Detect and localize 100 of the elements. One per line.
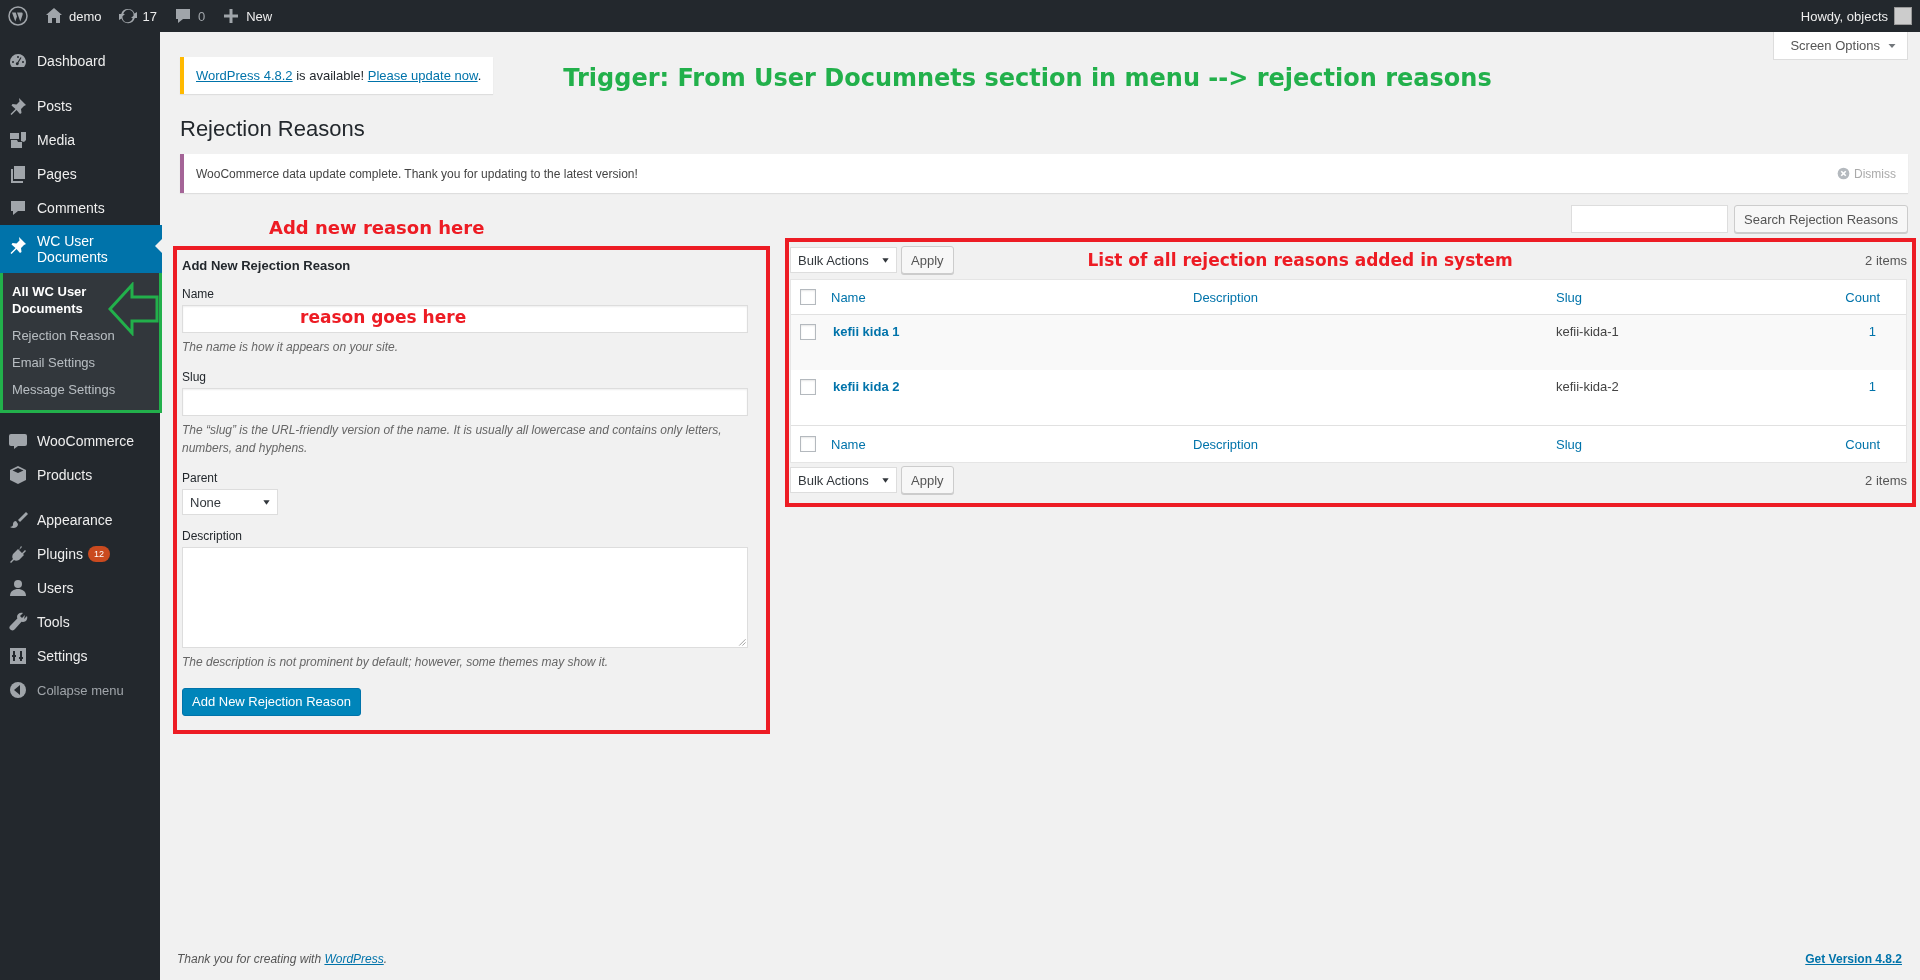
speech-bubble-icon xyxy=(8,198,28,218)
resize-grip-icon xyxy=(737,637,746,647)
caret-icon xyxy=(881,255,890,265)
column-header[interactable]: Description xyxy=(1193,289,1556,305)
submenu-item[interactable]: Message Settings xyxy=(3,376,159,404)
paintbrush-icon xyxy=(8,510,28,531)
updates-link[interactable]: 17 xyxy=(111,0,167,32)
count-link[interactable]: 1 xyxy=(1826,379,1906,394)
field-label: Parent xyxy=(182,471,219,486)
menu-item[interactable]: Media xyxy=(0,123,160,157)
checkbox[interactable] xyxy=(800,289,816,305)
pages-icon xyxy=(8,164,28,184)
wordpress-logo-icon[interactable] xyxy=(8,6,28,26)
screen-options-tab[interactable]: Screen Options xyxy=(1773,32,1908,60)
annotation-note: Add new reason here xyxy=(269,217,486,238)
pushpin-icon xyxy=(8,96,28,116)
cube-icon xyxy=(8,465,28,486)
house-icon xyxy=(44,6,64,26)
form-heading: Add New Rejection Reason xyxy=(182,258,352,273)
notice-message: WooCommerce data update complete. Thank you for updating to the latest version! xyxy=(196,166,638,181)
menu-item[interactable]: Settings xyxy=(0,639,160,674)
menu-pointer-icon xyxy=(155,239,162,253)
table-cell-text: kefii-kida-1 xyxy=(1556,324,1620,339)
left-arrow-circle-icon xyxy=(8,680,28,701)
update-now-link[interactable]: Please update now xyxy=(367,68,478,83)
caret-icon xyxy=(262,497,271,507)
field-hint: The “slug” is the URL-friendly version of the name. It is usually all lowercase and contains only letters, numbers, and hyphens. xyxy=(182,422,723,457)
refresh-icon xyxy=(117,6,138,26)
search-button[interactable]: Search Rejection Reasons xyxy=(1734,205,1908,233)
field-label: Slug xyxy=(182,370,208,385)
column-header[interactable]: Description xyxy=(1193,436,1556,452)
version-link[interactable]: Get Version 4.8.2 xyxy=(1805,952,1902,966)
checkbox[interactable] xyxy=(800,324,816,340)
bulk-actions-dropdown[interactable]: Bulk Actions xyxy=(790,247,897,273)
column-header[interactable]: Slug xyxy=(1556,436,1826,452)
page-title: Rejection Reasons xyxy=(180,116,366,142)
caret-icon xyxy=(881,475,890,485)
count-link[interactable]: 1 xyxy=(1826,324,1906,339)
annotation-note: List of all rejection reasons added in system xyxy=(1087,250,1513,270)
collapse-menu-button[interactable]: Collapse menu xyxy=(0,673,160,708)
site-name-link[interactable]: demo xyxy=(38,0,112,32)
menu-item[interactable]: Pages xyxy=(0,157,160,191)
pushpin-icon xyxy=(8,235,28,255)
field-hint: The description is not prominent by default; however, some themes may show it. xyxy=(182,654,610,672)
row-title-link[interactable]: kefii kida 1 xyxy=(831,324,1193,339)
media-icon xyxy=(8,130,28,150)
column-header[interactable]: Name xyxy=(831,289,1193,305)
menu-item[interactable]: Tools xyxy=(0,605,160,640)
search-field[interactable] xyxy=(1571,205,1729,233)
parent-dropdown[interactable]: None xyxy=(182,489,278,516)
account-menu[interactable]: Howdy, objects xyxy=(1800,7,1920,25)
menu-item[interactable]: WooCommerce xyxy=(0,424,160,459)
table-cell-text: kefii-kida-2 xyxy=(1556,379,1620,394)
submenu-item[interactable]: Email Settings xyxy=(3,349,159,377)
apply-button[interactable]: Apply xyxy=(901,466,954,494)
bulk-actions-dropdown[interactable]: Bulk Actions xyxy=(790,467,897,493)
field-label: Description xyxy=(182,529,244,544)
submenu-item[interactable]: All WC User Documents xyxy=(3,279,159,323)
item-count: 2 items xyxy=(1865,472,1907,488)
update-message: WordPress 4.8.2 is available! Please update now. xyxy=(196,68,482,83)
field-hint: The name is how it appears on your site. xyxy=(182,339,400,356)
avatar-placeholder xyxy=(1894,7,1912,25)
annotation-note: Trigger: From User Documnets section in menu --> rejection reasons xyxy=(563,64,1492,92)
description-field[interactable] xyxy=(182,547,748,649)
checkbox[interactable] xyxy=(800,436,816,452)
column-header[interactable]: Slug xyxy=(1556,289,1826,305)
column-header[interactable]: Count xyxy=(1826,289,1906,305)
footer-credit: Thank you for creating with WordPress. xyxy=(177,952,388,966)
comments-link[interactable]: 0 xyxy=(167,0,216,32)
item-count: 2 items xyxy=(1865,252,1907,268)
circled-x-icon xyxy=(1837,167,1850,180)
person-icon xyxy=(8,578,28,599)
update-count-badge: 12 xyxy=(87,546,110,563)
submenu-item[interactable]: Rejection Reason xyxy=(3,322,159,350)
annotation-note: reason goes here xyxy=(300,307,467,327)
checkbox[interactable] xyxy=(800,379,816,395)
speech-bubble-icon xyxy=(8,431,28,452)
menu-item[interactable]: Users xyxy=(0,571,160,606)
add-reason-button[interactable]: Add New Rejection Reason xyxy=(182,687,361,716)
version-link[interactable]: WordPress 4.8.2 xyxy=(196,68,293,83)
name-field[interactable] xyxy=(182,305,748,333)
menu-item[interactable]: Comments xyxy=(0,191,160,225)
column-header[interactable]: Name xyxy=(831,436,1193,452)
row-title-link[interactable]: kefii kida 2 xyxy=(831,379,1193,394)
wordpress-link[interactable]: WordPress xyxy=(324,952,384,966)
apply-button[interactable]: Apply xyxy=(901,246,954,274)
new-content-link[interactable]: New xyxy=(215,0,283,32)
menu-item[interactable]: Appearance xyxy=(0,503,160,538)
plug-icon xyxy=(8,544,28,565)
slug-field[interactable] xyxy=(182,388,748,417)
menu-item[interactable]: WC User Documents xyxy=(0,225,162,273)
menu-item[interactable]: Posts xyxy=(0,89,160,123)
column-header[interactable]: Count xyxy=(1826,436,1906,452)
field-label: Name xyxy=(182,287,215,301)
menu-item[interactable]: Plugins 12 xyxy=(0,537,160,572)
menu-item[interactable]: Dashboard xyxy=(0,44,160,78)
wrench-icon xyxy=(8,612,28,633)
sliders-icon xyxy=(8,646,28,667)
menu-item[interactable]: Products xyxy=(0,458,160,493)
speech-bubble-icon xyxy=(173,6,193,26)
